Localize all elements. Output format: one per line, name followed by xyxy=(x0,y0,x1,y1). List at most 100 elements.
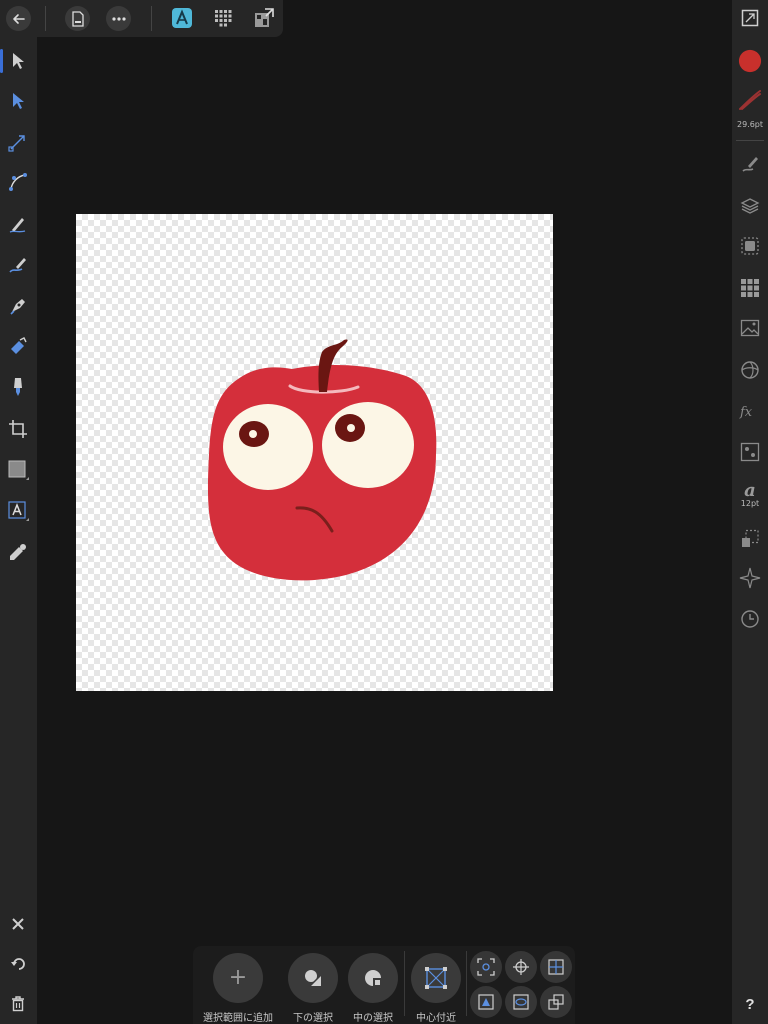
color-swatch-icon xyxy=(738,49,762,73)
panel-divider xyxy=(736,140,764,141)
snap-crosshair-button[interactable] xyxy=(505,951,537,983)
vector-brush-tool[interactable] xyxy=(6,253,30,277)
left-eye xyxy=(223,404,313,490)
snap-object-icon xyxy=(478,994,494,1010)
context-toolbar: + 選択範囲に追加 下の選択 中の選択 中心付近 xyxy=(193,946,575,1024)
artistic-text-tool-icon xyxy=(8,501,29,521)
close-button[interactable] xyxy=(6,912,30,936)
crop-tool[interactable] xyxy=(6,417,30,441)
adjustments-icon xyxy=(741,361,759,379)
select-inside-icon xyxy=(365,970,382,987)
effects-studio-button[interactable]: fx xyxy=(738,399,762,423)
pixel-persona-button[interactable] xyxy=(212,7,234,29)
designer-persona-icon xyxy=(172,8,192,28)
add-to-selection-label: 選択範囲に追加 xyxy=(203,1013,273,1024)
select-under-button[interactable] xyxy=(288,953,338,1003)
designer-persona-button[interactable] xyxy=(171,7,193,29)
export-persona-button[interactable] xyxy=(253,7,275,29)
snap-center-button[interactable] xyxy=(411,953,461,1003)
navigator-icon xyxy=(739,567,761,589)
select-under-label: 下の選択 xyxy=(293,1013,333,1024)
transform-studio-button[interactable] xyxy=(738,440,762,464)
brushes-studio-button[interactable] xyxy=(738,152,762,176)
select-inside-label: 中の選択 xyxy=(353,1013,393,1024)
point-transform-tool-icon xyxy=(8,135,25,152)
snap-midpoint-button[interactable] xyxy=(540,951,572,983)
plus-icon: + xyxy=(228,965,248,990)
more-icon xyxy=(111,16,126,21)
point-transform-tool[interactable] xyxy=(6,130,30,154)
appearance-icon xyxy=(741,237,759,255)
context-divider xyxy=(404,951,405,1016)
transparency-tool-icon xyxy=(14,378,22,396)
right-eye xyxy=(322,402,414,488)
snap-bbox-button[interactable] xyxy=(470,951,502,983)
adjustments-studio-button[interactable] xyxy=(738,358,762,382)
constraints-icon xyxy=(742,529,759,547)
snap-midpoint-icon xyxy=(548,959,564,975)
pencil-tool-icon xyxy=(9,218,26,233)
layers-studio-button[interactable] xyxy=(738,194,762,218)
back-button[interactable] xyxy=(6,6,31,31)
fill-tool[interactable] xyxy=(6,334,30,358)
move-tool-icon xyxy=(13,53,24,69)
alignment-studio-button[interactable] xyxy=(738,527,762,551)
history-studio-button[interactable] xyxy=(738,607,762,631)
transparency-tool[interactable] xyxy=(6,375,30,399)
help-button[interactable]: ? xyxy=(738,992,762,1016)
crosshair-icon xyxy=(513,959,529,975)
brush-stroke-icon xyxy=(739,90,761,110)
pen-tool[interactable] xyxy=(6,294,30,318)
right-pupil-highlight xyxy=(347,424,355,432)
layers-icon xyxy=(740,198,760,214)
stroke-width-label: 29.6pt xyxy=(736,120,764,129)
rectangle-tool[interactable] xyxy=(6,458,30,482)
toolbar-divider xyxy=(151,6,152,31)
snap-object-button[interactable] xyxy=(470,986,502,1018)
select-under-icon xyxy=(305,970,322,987)
back-arrow-icon xyxy=(12,13,25,24)
context-divider xyxy=(466,951,467,1016)
more-button[interactable] xyxy=(106,6,131,31)
move-tool[interactable] xyxy=(0,49,30,73)
top-toolbar xyxy=(0,0,283,37)
left-pupil-highlight xyxy=(249,430,257,438)
fill-tool-icon xyxy=(11,337,27,354)
view-mode-button[interactable] xyxy=(738,6,762,30)
color-well[interactable] xyxy=(738,49,762,73)
pixel-persona-icon xyxy=(215,10,232,27)
tools-panel xyxy=(0,37,37,1024)
brushes-icon xyxy=(742,157,758,172)
text-style-icon: a xyxy=(744,479,756,501)
rectangle-tool-icon xyxy=(8,460,29,480)
pencil-tool[interactable] xyxy=(6,212,30,236)
select-inside-button[interactable] xyxy=(348,953,398,1003)
undo-icon xyxy=(11,958,25,970)
snap-overlap-button[interactable] xyxy=(540,986,572,1018)
apple-character-artwork[interactable] xyxy=(76,214,553,691)
export-persona-icon xyxy=(255,8,274,27)
stroke-button[interactable] xyxy=(738,88,762,112)
swatches-grid-icon xyxy=(741,279,759,297)
artistic-text-tool[interactable] xyxy=(6,499,30,523)
appearance-studio-button[interactable] xyxy=(738,234,762,258)
node-tool[interactable] xyxy=(6,89,30,113)
delete-button[interactable] xyxy=(6,992,30,1016)
snap-overlap-icon xyxy=(548,994,564,1010)
add-to-selection-button[interactable]: + xyxy=(213,953,263,1003)
svg-text:fx: fx xyxy=(739,405,753,419)
document-button[interactable] xyxy=(65,6,90,31)
navigator-studio-button[interactable] xyxy=(738,566,762,590)
swatches-studio-button[interactable] xyxy=(738,276,762,300)
corner-tool[interactable] xyxy=(6,170,30,194)
snap-spacing-button[interactable] xyxy=(505,986,537,1018)
undo-button[interactable] xyxy=(6,952,30,976)
history-clock-icon xyxy=(741,610,759,628)
color-picker-tool-icon xyxy=(10,544,26,560)
snap-spacing-icon xyxy=(513,994,529,1010)
crop-tool-icon xyxy=(9,420,27,438)
node-tool-icon xyxy=(13,93,24,109)
artboard-canvas[interactable] xyxy=(76,214,553,691)
color-picker-tool[interactable] xyxy=(6,540,30,564)
assets-studio-button[interactable] xyxy=(738,316,762,340)
